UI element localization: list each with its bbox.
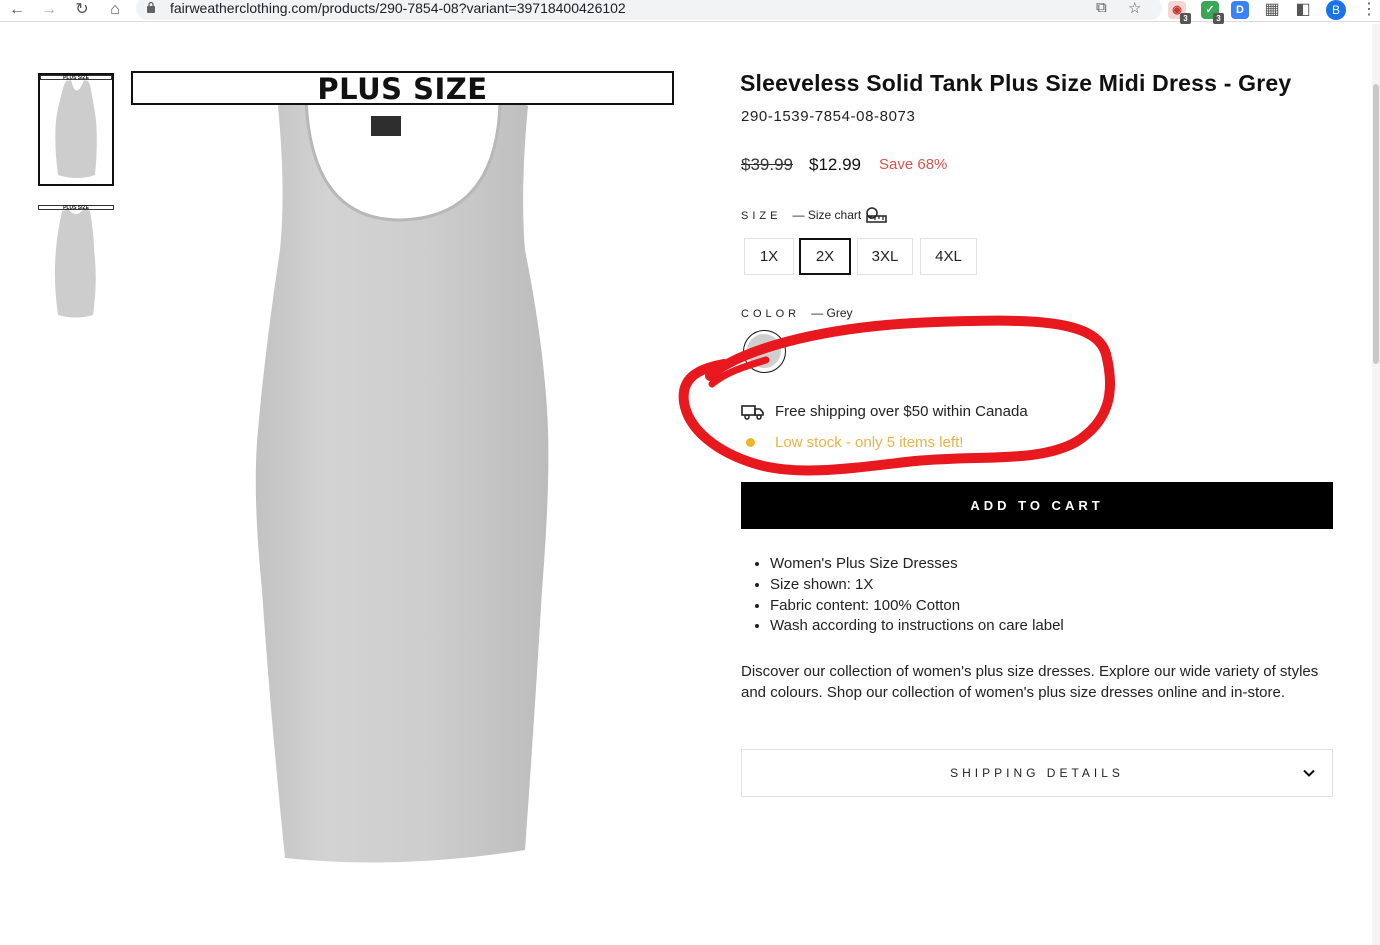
extension-badge: 3 <box>1213 13 1224 24</box>
forward-arrow-icon[interactable]: → <box>38 0 60 20</box>
share-icon[interactable]: ⧉ <box>1096 0 1107 16</box>
reload-icon[interactable]: ↻ <box>71 0 93 20</box>
feature-item: Fabric content: 100% Cotton <box>770 596 1064 617</box>
thumbnail-banner: PLUS SIZE <box>40 75 112 81</box>
color-label: COLOR <box>741 308 801 320</box>
menu-kebab-icon[interactable]: ⋮ <box>1358 0 1380 20</box>
main-product-image[interactable] <box>130 70 675 890</box>
extension-d-icon[interactable]: D <box>1231 1 1249 19</box>
gallery-thumbnail-1[interactable]: PLUS SIZE <box>38 73 114 186</box>
profile-avatar[interactable]: B <box>1326 0 1346 20</box>
extension-badge: 3 <box>1180 13 1191 24</box>
thumbnail-banner: PLUS SIZE <box>38 205 114 211</box>
extensions-puzzle-icon[interactable]: ▦ <box>1261 0 1283 20</box>
product-features-list: Women's Plus Size Dresses Size shown: 1X… <box>770 554 1064 637</box>
swatch-fill <box>747 334 781 368</box>
dress-back-thumbnail-image <box>54 209 96 318</box>
color-label-row: COLOR — Grey <box>741 306 853 320</box>
scrollbar-thumb[interactable] <box>1373 84 1379 364</box>
feature-item: Size shown: 1X <box>770 575 1064 596</box>
gallery-thumbnail-2[interactable]: PLUS SIZE <box>38 205 114 320</box>
original-price: $39.99 <box>741 155 793 174</box>
product-description: Discover our collection of women's plus … <box>741 663 1319 701</box>
color-value: — Grey <box>811 306 853 320</box>
size-option-2x[interactable]: 2X <box>799 238 851 275</box>
back-arrow-icon[interactable]: ← <box>6 0 28 20</box>
dress-label-tag <box>371 116 401 136</box>
size-chart-link[interactable]: — Size chart <box>792 207 888 223</box>
ruler-icon <box>866 207 887 223</box>
add-to-cart-button[interactable]: ADD TO CART <box>741 482 1333 529</box>
size-option-4xl[interactable]: 4XL <box>920 238 977 275</box>
shipping-details-accordion[interactable]: SHIPPING DETAILS <box>741 749 1333 797</box>
save-percentage: Save 68% <box>879 156 948 173</box>
feature-item: Wash according to instructions on care l… <box>770 616 1064 637</box>
dress-body <box>255 97 549 863</box>
feature-item: Women's Plus Size Dresses <box>770 554 1064 575</box>
size-label-row: SIZE — Size chart <box>741 207 887 223</box>
url-text: fairweatherclothing.com/products/290-785… <box>170 0 626 16</box>
size-label: SIZE <box>741 210 782 222</box>
red-circle-annotation <box>678 315 1116 476</box>
lock-icon <box>147 1 155 13</box>
plus-size-banner: PLUS SIZE <box>131 71 674 105</box>
free-shipping-text: Free shipping over $50 within Canada <box>775 403 1028 420</box>
color-swatch-grey[interactable] <box>743 330 786 373</box>
size-option-1x[interactable]: 1X <box>744 238 794 275</box>
home-icon[interactable]: ⌂ <box>104 0 126 20</box>
stock-status-dot <box>746 438 755 447</box>
free-shipping-notice: Free shipping over $50 within Canada <box>741 403 1028 420</box>
low-stock-text: Low stock - only 5 items left! <box>775 434 964 451</box>
truck-icon <box>741 405 764 420</box>
size-option-3xl[interactable]: 3XL <box>857 238 913 275</box>
shipping-details-label: SHIPPING DETAILS <box>950 766 1124 780</box>
size-chart-label: — Size chart <box>792 208 862 222</box>
dress-thumbnail-image <box>55 80 97 178</box>
bookmark-star-icon[interactable]: ☆ <box>1128 0 1141 17</box>
chevron-down-icon <box>1303 769 1315 777</box>
page-scrollbar[interactable] <box>1372 24 1380 945</box>
browser-toolbar: ← → ↻ ⌂ fairweatherclothing.com/products… <box>0 0 1380 24</box>
extension-red-icon[interactable]: ◉ 3 <box>1168 1 1191 24</box>
side-panel-icon[interactable]: ◧ <box>1292 0 1314 20</box>
low-stock-notice: Low stock - only 5 items left! <box>746 434 963 451</box>
product-sku: 290-1539-7854-08-8073 <box>741 108 916 125</box>
extension-shield-icon[interactable]: ✓ 3 <box>1201 1 1224 24</box>
product-title: Sleeveless Solid Tank Plus Size Midi Dre… <box>740 70 1292 96</box>
sale-price: $12.99 <box>809 155 861 174</box>
address-bar[interactable]: fairweatherclothing.com/products/290-785… <box>136 0 1162 20</box>
